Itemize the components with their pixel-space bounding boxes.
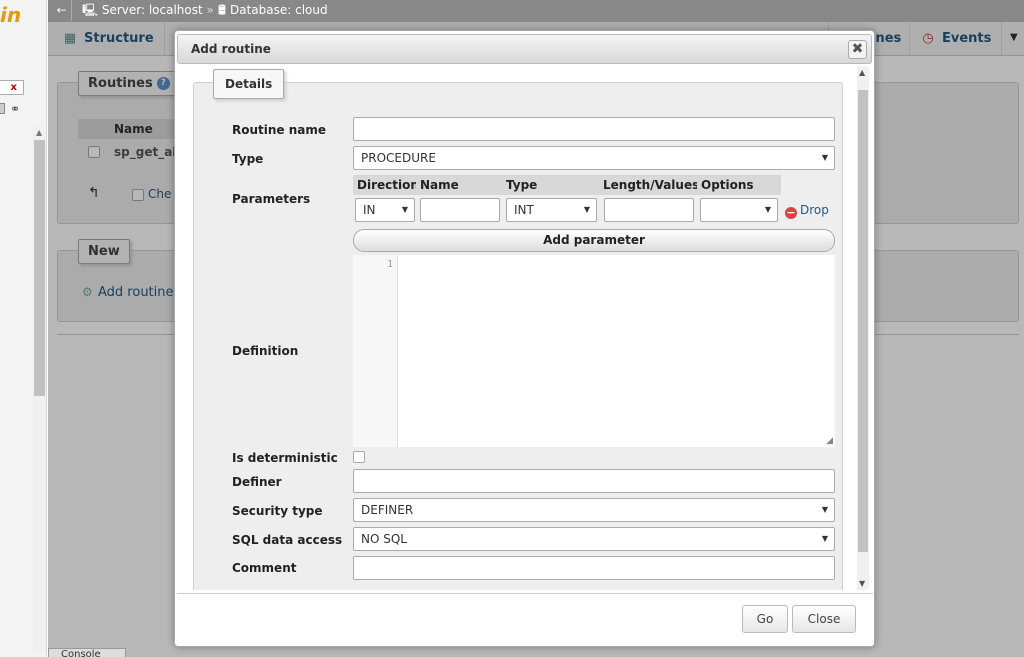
type-label: Type [232,152,264,166]
param-direction-select[interactable]: IN ▼ [355,198,415,222]
add-parameter-button[interactable]: Add parameter [353,229,835,252]
dialog-body: Details Routine name Type PROCEDURE ▼ Pa… [177,66,873,590]
sql-data-access-label: SQL data access [232,533,343,547]
details-fieldset: Routine name Type PROCEDURE ▼ Parameters… [193,82,843,590]
back-arrow-icon[interactable]: ← [52,0,72,21]
param-length-input[interactable] [604,198,694,222]
scroll-up-icon[interactable]: ▲ [859,68,865,77]
logo: in [0,3,22,27]
database-icon: 🛢 [217,3,227,17]
param-type-select[interactable]: INT ▼ [506,198,597,222]
link-icon[interactable]: ⚭ [10,102,20,116]
sql-data-access-select[interactable]: NO SQL ▼ [353,527,835,551]
resize-handle-icon[interactable]: ◢ [826,436,833,446]
param-name-input[interactable] [420,198,500,222]
line-number: 1 [386,259,393,270]
navigation-filter-clear[interactable]: x [0,80,24,95]
param-type-value: INT [514,203,534,217]
chevron-down-icon: ▼ [821,534,828,543]
chevron-down-icon: ▼ [821,505,828,514]
scroll-down-icon[interactable]: ▼ [859,579,865,588]
definer-input[interactable] [353,469,835,493]
server-icon: 🖳 [82,3,99,17]
routine-name-label: Routine name [232,123,327,137]
chevron-down-icon: ▼ [764,205,771,214]
chevron-down-icon: ▼ [821,153,828,162]
dialog-titlebar[interactable]: Add routine ✖ [177,34,872,64]
breadcrumb: 🖳 Server: localhost » 🛢 Database: cloud [82,0,328,21]
is-deterministic-label: Is deterministic [232,451,338,465]
scrollbar-thumb[interactable] [34,140,45,396]
breadcrumb-database[interactable]: Database: cloud [230,3,328,17]
editor-gutter: 1 [353,255,398,447]
param-options-select[interactable]: ▼ [700,198,778,222]
console-tab[interactable]: Console [48,648,126,657]
drop-parameter-link[interactable]: − Drop [785,203,829,219]
parameters-label: Parameters [232,192,311,206]
routine-name-input[interactable] [353,117,835,141]
breadcrumb-bar: ← 🖳 Server: localhost » 🛢 Database: clou… [48,0,1024,22]
is-deterministic-checkbox[interactable] [353,451,365,463]
sql-data-access-value: NO SQL [361,532,407,546]
definition-editor[interactable]: 1 ◢ [353,255,835,447]
param-direction-value: IN [363,203,376,217]
collapse-icon[interactable] [0,103,5,114]
add-routine-dialog: Add routine ✖ Details Routine name Type … [174,30,875,647]
dialog-scrollbar-thumb[interactable] [858,90,868,552]
navigation-scrollbar[interactable]: ▲ [33,126,46,651]
definer-label: Definer [232,475,282,489]
param-header-type: Type [502,175,599,195]
close-icon[interactable]: ✖ [848,40,867,59]
dialog-scrollbar[interactable]: ▲ ▼ [857,66,869,590]
drop-parameter-label: Drop [800,203,829,217]
type-select-value: PROCEDURE [361,151,436,165]
navigation-toolbar: ⚭ [0,102,26,116]
param-header-direction: Direction [353,175,419,195]
scroll-up-icon[interactable]: ▲ [36,128,42,137]
dialog-title: Add routine [191,42,271,56]
comment-label: Comment [232,561,297,575]
dialog-footer: Go Close [177,593,873,645]
minus-circle-icon: − [785,206,797,219]
breadcrumb-server[interactable]: Server: localhost [102,3,203,17]
comment-input[interactable] [353,556,835,580]
param-header-length: Length/Values [599,175,699,195]
chevron-down-icon: ▼ [583,205,590,214]
chevron-down-icon: ▼ [401,205,408,214]
security-type-label: Security type [232,504,323,518]
breadcrumb-separator: » [206,3,214,17]
param-header-name: Name [416,175,502,195]
type-select[interactable]: PROCEDURE ▼ [353,146,835,170]
close-button[interactable]: Close [792,605,856,633]
details-legend: Details [213,69,285,99]
definition-label: Definition [232,344,299,358]
param-header-options: Options [697,175,781,195]
security-type-select[interactable]: DEFINER ▼ [353,498,835,522]
navigation-panel: in x ⚭ ▲ [0,0,47,657]
security-type-value: DEFINER [361,503,414,517]
go-button[interactable]: Go [742,605,788,633]
